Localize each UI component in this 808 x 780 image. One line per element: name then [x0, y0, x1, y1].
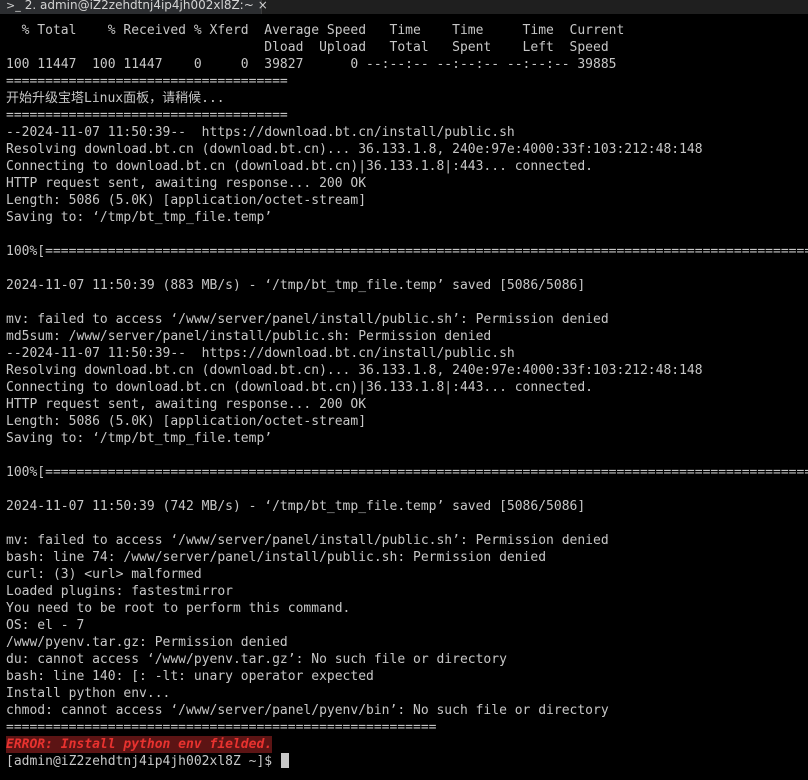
terminal-line: HTTP request sent, awaiting response... …: [6, 397, 367, 412]
terminal-line: Resolving download.bt.cn (download.bt.cn…: [6, 142, 703, 157]
close-icon[interactable]: ×: [258, 0, 268, 12]
terminal-line: chmod: cannot access ‘/www/server/panel/…: [6, 703, 609, 718]
terminal-line: ====================================: [6, 108, 288, 123]
terminal-output[interactable]: % Total % Received % Xferd Average Speed…: [0, 14, 808, 780]
terminal-line: Length: 5086 (5.0K) [application/octet-s…: [6, 193, 367, 208]
terminal-line: curl: (3) <url> malformed: [6, 567, 202, 582]
terminal-line: HTTP request sent, awaiting response... …: [6, 176, 367, 191]
terminal-line: mv: failed to access ‘/www/server/panel/…: [6, 533, 609, 548]
terminal-line: Connecting to download.bt.cn (download.b…: [6, 159, 593, 174]
tab-title: 2. admin@iZ2zehdtnj4ip4jh002xl8Z:~: [24, 0, 254, 12]
terminal-line: 2024-11-07 11:50:39 (742 MB/s) - ‘/tmp/b…: [6, 499, 586, 514]
terminal-line: Saving to: ‘/tmp/bt_tmp_file.temp’: [6, 210, 273, 225]
shell-prompt: [admin@iZ2zehdtnj4ip4jh002xl8Z ~]$: [6, 754, 280, 769]
terminal-line: Dload Upload Total Spent Left Speed: [6, 40, 609, 55]
terminal-line: /www/pyenv.tar.gz: Permission denied: [6, 635, 288, 650]
terminal-line: You need to be root to perform this comm…: [6, 601, 351, 616]
text-cursor: [280, 753, 289, 768]
terminal-line: OS: el - 7: [6, 618, 85, 633]
terminal-line: du: cannot access ‘/www/pyenv.tar.gz’: N…: [6, 652, 507, 667]
terminal-line: ========================================…: [6, 720, 437, 735]
terminal-line: 开始升级宝塔Linux面板，请稍候...: [6, 91, 225, 106]
command-prompt-line[interactable]: [admin@iZ2zehdtnj4ip4jh002xl8Z ~]$: [6, 753, 808, 770]
terminal-icon: >_: [6, 0, 21, 12]
terminal-line: 100%[===================================…: [6, 244, 808, 259]
terminal-line: --2024-11-07 11:50:39-- https://download…: [6, 125, 515, 140]
terminal-line: Install python env...: [6, 686, 171, 701]
terminal-line: 100 11447 100 11447 0 0 39827 0 --:--:--…: [6, 57, 617, 72]
terminal-tab[interactable]: >_ 2. admin@iZ2zehdtnj4ip4jh002xl8Z:~ ×: [0, 0, 268, 14]
terminal-line: Loaded plugins: fastestmirror: [6, 584, 233, 599]
terminal-line: % Total % Received % Xferd Average Speed…: [6, 23, 625, 38]
terminal-line: md5sum: /www/server/panel/install/public…: [6, 329, 492, 344]
terminal-lines: % Total % Received % Xferd Average Speed…: [6, 22, 808, 770]
terminal-line: 2024-11-07 11:50:39 (883 MB/s) - ‘/tmp/b…: [6, 278, 586, 293]
terminal-line: mv: failed to access ‘/www/server/panel/…: [6, 312, 609, 327]
terminal-line: bash: line 140: [: -lt: unary operator e…: [6, 669, 374, 684]
terminal-line: Resolving download.bt.cn (download.bt.cn…: [6, 363, 703, 378]
terminal-line: 100%[===================================…: [6, 465, 808, 480]
error-message: ERROR: Install python env fielded.: [6, 736, 273, 753]
terminal-line: Connecting to download.bt.cn (download.b…: [6, 380, 593, 395]
error-line: ERROR: Install python env fielded.: [6, 736, 808, 753]
terminal-line: bash: line 74: /www/server/panel/install…: [6, 550, 547, 565]
terminal-line: ====================================: [6, 74, 288, 89]
terminal-line: Saving to: ‘/tmp/bt_tmp_file.temp’: [6, 431, 273, 446]
tab-bar: >_ 2. admin@iZ2zehdtnj4ip4jh002xl8Z:~ ×: [0, 0, 808, 14]
terminal-line: --2024-11-07 11:50:39-- https://download…: [6, 346, 515, 361]
terminal-line: Length: 5086 (5.0K) [application/octet-s…: [6, 414, 367, 429]
